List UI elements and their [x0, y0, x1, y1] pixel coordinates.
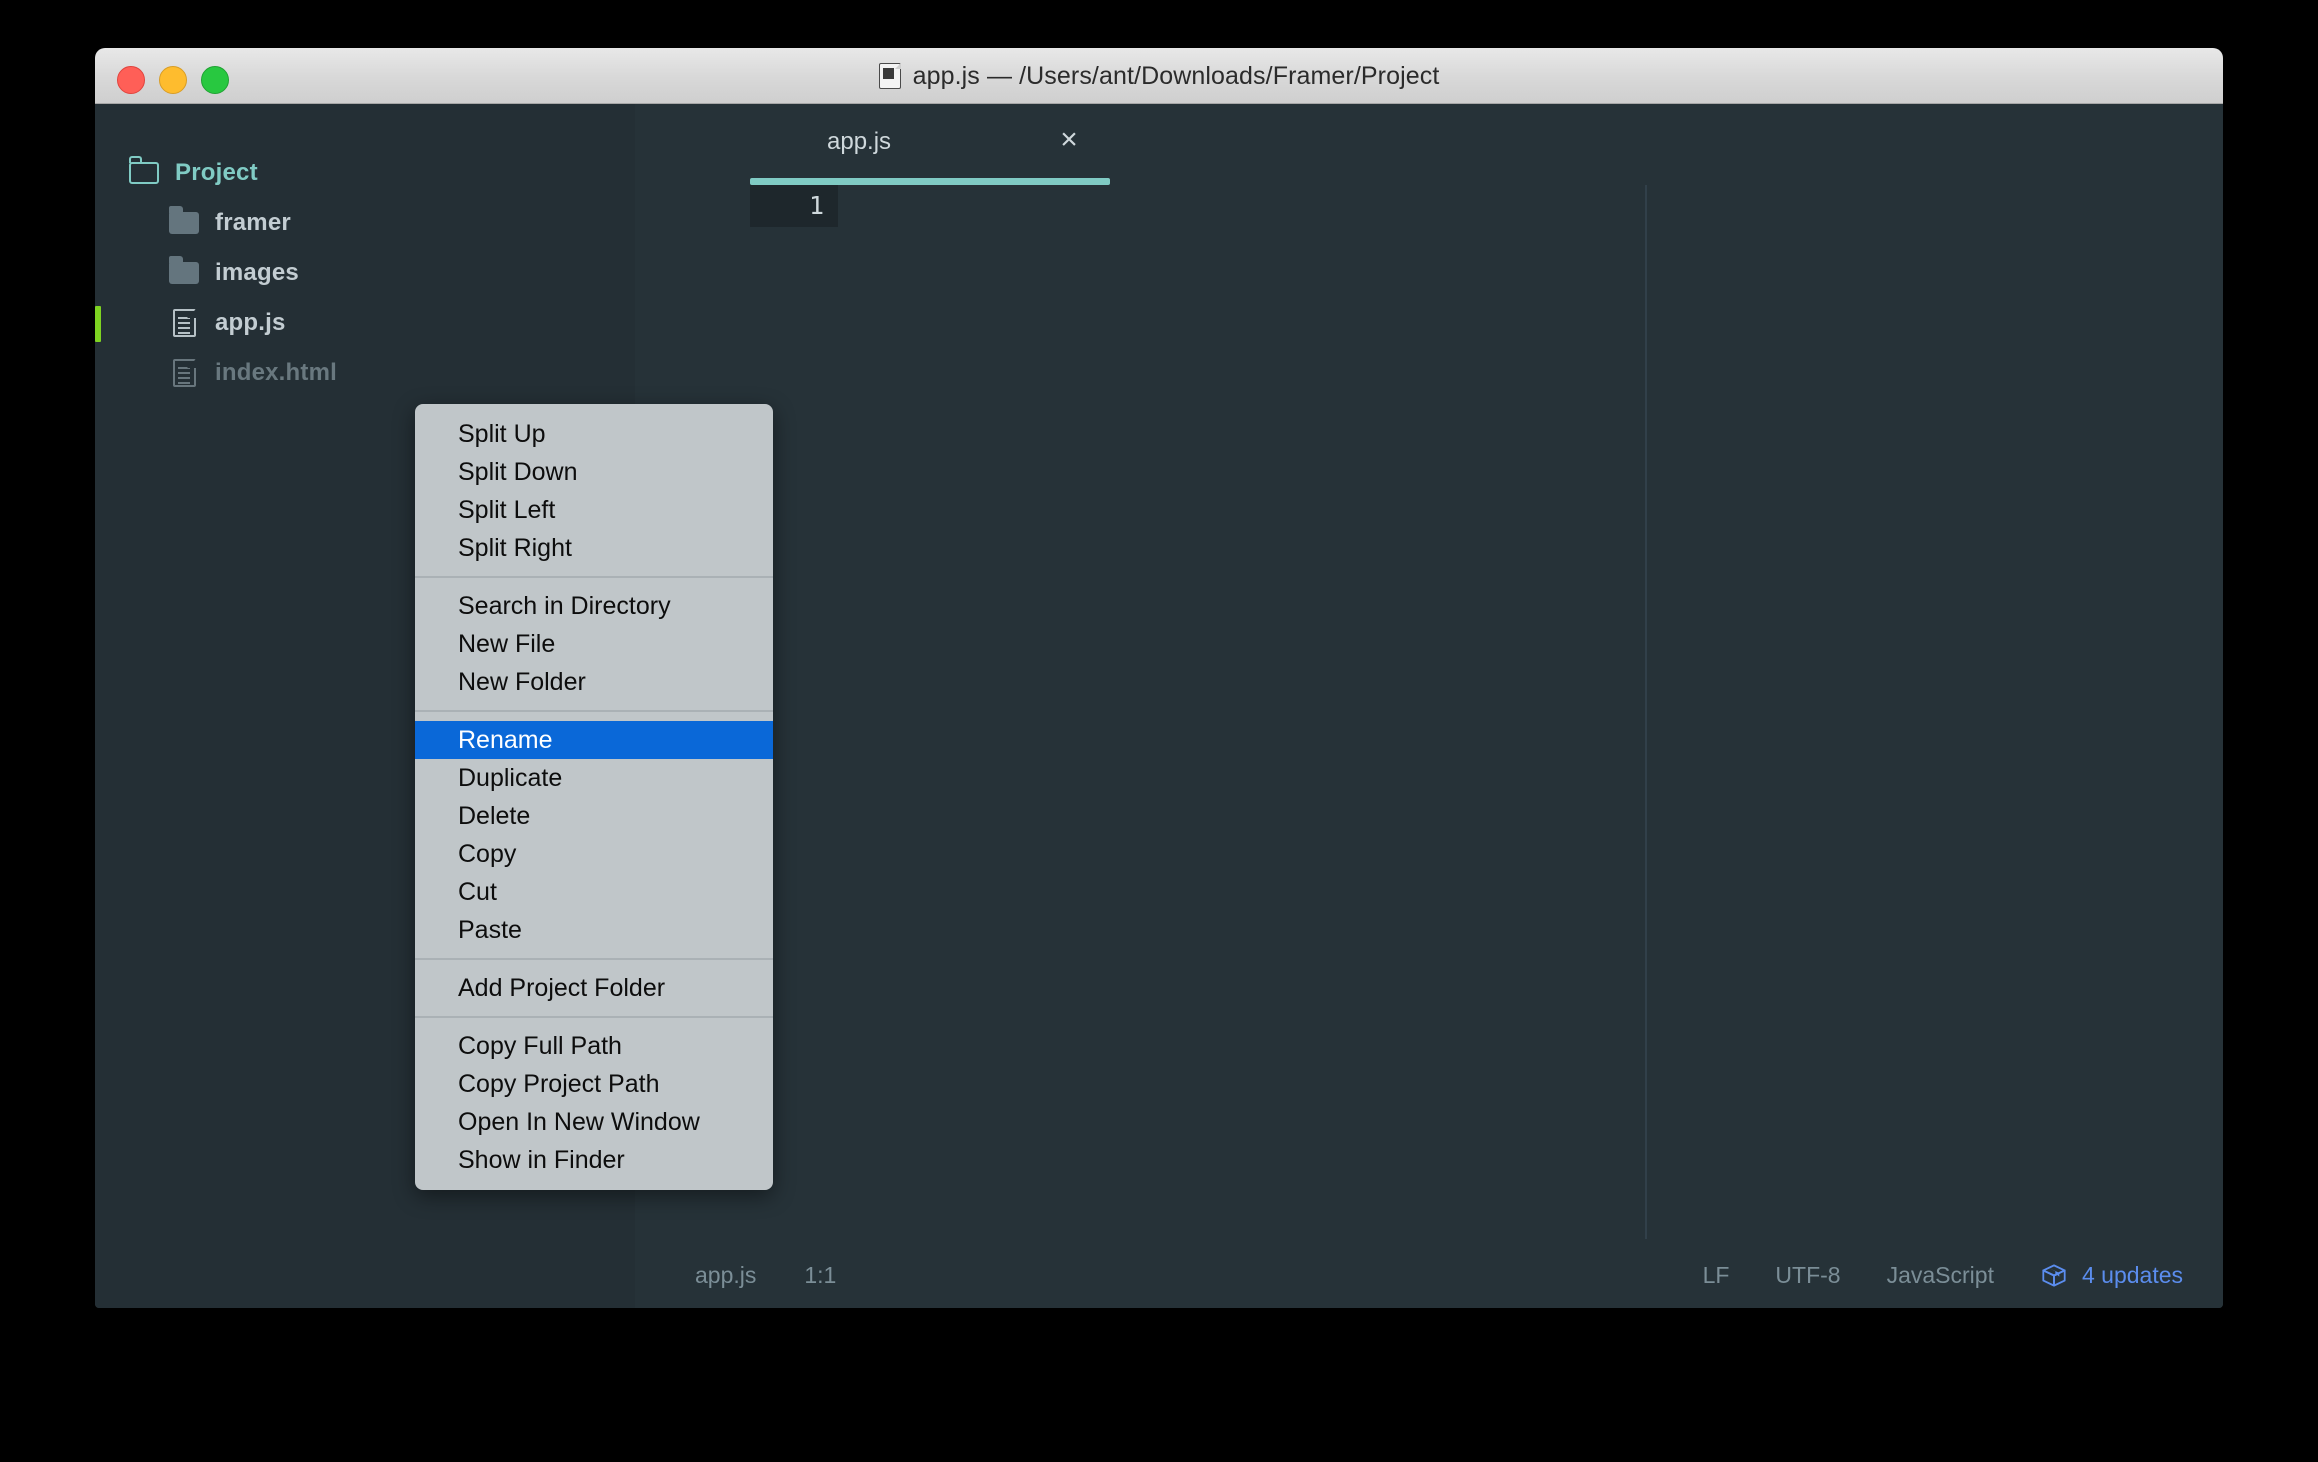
document-icon: [878, 62, 902, 89]
menu-item-paste[interactable]: Paste: [415, 911, 773, 949]
tab-label: app.js: [827, 128, 892, 155]
menu-item-add-project-folder[interactable]: Add Project Folder: [415, 969, 773, 1007]
context-menu[interactable]: Split Up Split Down Split Left Split Rig…: [415, 404, 773, 1190]
menu-item-split-right[interactable]: Split Right: [415, 529, 773, 567]
status-bar: app.js 1:1 LF UTF-8 JavaScript 4 updates: [95, 1246, 2223, 1308]
tab-app-js[interactable]: app.js ×: [750, 104, 1110, 182]
sidebar-item-index-html[interactable]: index.html: [95, 348, 635, 398]
line-number: 1: [808, 191, 824, 220]
window-maximize-button[interactable]: [201, 66, 229, 94]
context-menu-group-edit: Rename Duplicate Delete Copy Cut Paste: [415, 717, 773, 953]
folder-icon: [169, 206, 199, 234]
window-title-group: app.js — /Users/ant/Downloads/Framer/Pro…: [95, 48, 2223, 104]
menu-item-search-in-directory[interactable]: Search in Directory: [415, 587, 773, 625]
sidebar-item-project[interactable]: Project: [95, 148, 635, 198]
wrap-guide-rule: [1645, 185, 1647, 1239]
status-file-name[interactable]: app.js: [695, 1262, 756, 1289]
sidebar-item-label: index.html: [215, 359, 338, 386]
sidebar-item-images[interactable]: images: [95, 248, 635, 298]
menu-item-new-folder[interactable]: New Folder: [415, 663, 773, 701]
context-menu-group-paths: Copy Full Path Copy Project Path Open In…: [415, 1023, 773, 1183]
menu-item-split-down[interactable]: Split Down: [415, 453, 773, 491]
menu-separator: [415, 576, 773, 578]
editor-tab-bar: app.js ×: [635, 104, 2223, 182]
editor-gutter: 1: [750, 185, 838, 227]
window-title: app.js — /Users/ant/Downloads/Framer/Pro…: [912, 61, 1440, 90]
window-titlebar: app.js — /Users/ant/Downloads/Framer/Pro…: [95, 48, 2223, 104]
sidebar-item-label: images: [215, 259, 299, 286]
menu-item-cut[interactable]: Cut: [415, 873, 773, 911]
status-grammar[interactable]: JavaScript: [1887, 1262, 1994, 1289]
package-box-icon: [2040, 1262, 2068, 1289]
menu-separator: [415, 958, 773, 960]
menu-item-open-in-new-window[interactable]: Open In New Window: [415, 1103, 773, 1141]
folder-icon: [169, 256, 199, 284]
menu-item-copy-full-path[interactable]: Copy Full Path: [415, 1027, 773, 1065]
menu-separator: [415, 710, 773, 712]
status-updates-label: 4 updates: [2081, 1262, 2183, 1288]
status-bar-right: LF UTF-8 JavaScript 4 updates: [1703, 1262, 2183, 1289]
sidebar-item-label: app.js: [215, 309, 286, 336]
menu-item-show-in-finder[interactable]: Show in Finder: [415, 1141, 773, 1179]
sidebar-item-app-js[interactable]: app.js: [95, 298, 635, 348]
file-icon: [169, 309, 199, 337]
menu-item-split-left[interactable]: Split Left: [415, 491, 773, 529]
close-icon[interactable]: ×: [1052, 124, 1086, 158]
menu-separator: [415, 1016, 773, 1018]
status-cursor-position[interactable]: 1:1: [804, 1262, 836, 1289]
window-close-button[interactable]: [117, 66, 145, 94]
status-updates-button[interactable]: 4 updates: [2040, 1262, 2183, 1289]
sidebar-item-label: Project: [175, 159, 258, 186]
file-icon: [169, 359, 199, 387]
window-minimize-button[interactable]: [159, 66, 187, 94]
menu-item-duplicate[interactable]: Duplicate: [415, 759, 773, 797]
application-window: app.js — /Users/ant/Downloads/Framer/Pro…: [95, 48, 2223, 1308]
sidebar-item-label: framer: [215, 209, 291, 236]
context-menu-group-split: Split Up Split Down Split Left Split Rig…: [415, 411, 773, 571]
context-menu-group-create: Search in Directory New File New Folder: [415, 583, 773, 705]
folder-open-icon: [128, 156, 159, 184]
menu-item-copy[interactable]: Copy: [415, 835, 773, 873]
status-encoding[interactable]: UTF-8: [1775, 1262, 1840, 1289]
menu-item-copy-project-path[interactable]: Copy Project Path: [415, 1065, 773, 1103]
menu-item-rename[interactable]: Rename: [415, 721, 773, 759]
active-tab-underline: [750, 178, 1110, 185]
sidebar-item-framer[interactable]: framer: [95, 198, 635, 248]
editor-pane: app.js × 1: [635, 104, 2223, 1308]
context-menu-group-project: Add Project Folder: [415, 965, 773, 1011]
status-bar-left: app.js 1:1: [695, 1262, 836, 1289]
menu-item-new-file[interactable]: New File: [415, 625, 773, 663]
menu-item-delete[interactable]: Delete: [415, 797, 773, 835]
app-body: Project framer images app.js index.html …: [95, 104, 2223, 1308]
status-line-ending[interactable]: LF: [1703, 1262, 1730, 1289]
modified-marker: [95, 306, 101, 342]
menu-item-split-up[interactable]: Split Up: [415, 415, 773, 453]
